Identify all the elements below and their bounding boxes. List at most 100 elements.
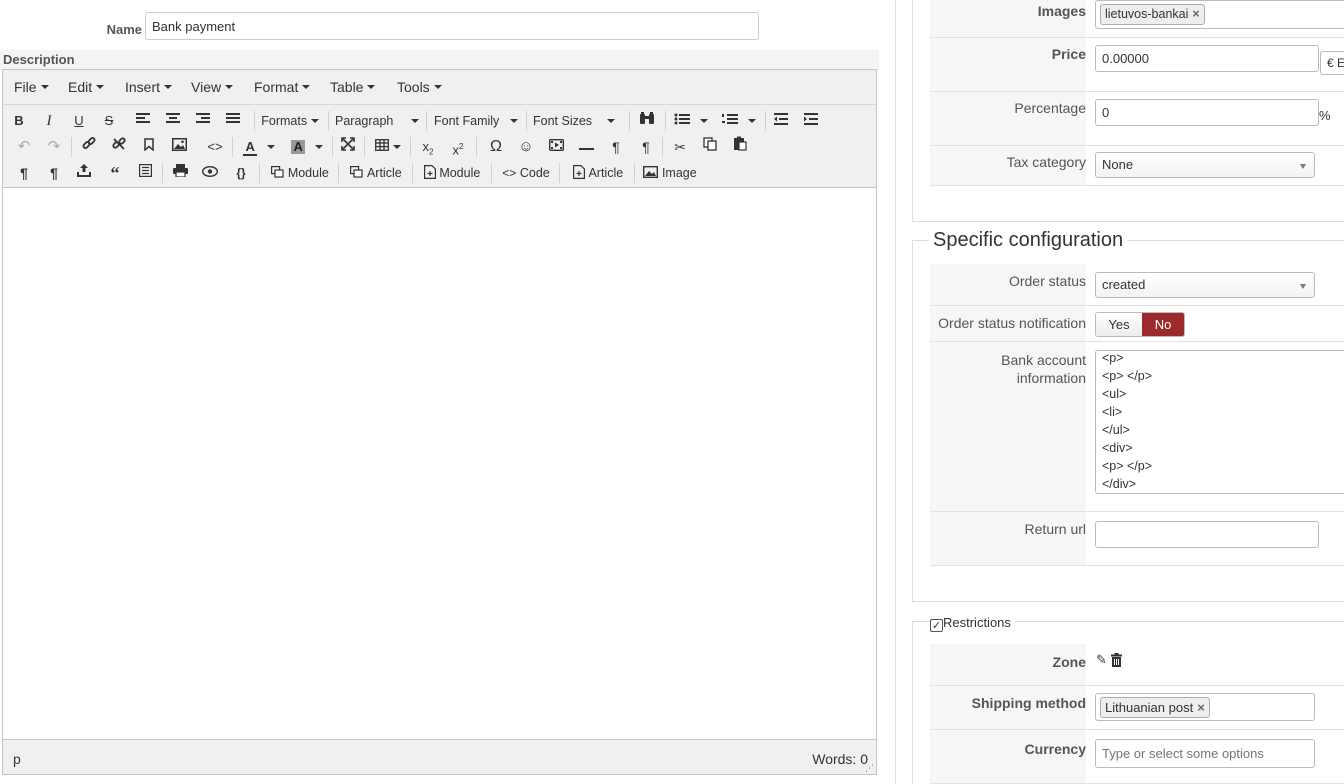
add-article-button[interactable]: Article bbox=[565, 162, 631, 184]
template-icon[interactable] bbox=[134, 162, 156, 184]
shipping-chip: Lithuanian post × bbox=[1100, 697, 1210, 718]
redo-icon[interactable]: ↷ bbox=[44, 136, 64, 158]
align-center-icon[interactable] bbox=[163, 110, 183, 132]
currency-symbol-button[interactable]: € E bbox=[1320, 51, 1344, 75]
upload-icon[interactable] bbox=[74, 162, 94, 184]
visual-chars-icon[interactable]: ¶ bbox=[44, 162, 64, 184]
specific-config-title: Specific configuration bbox=[929, 229, 1128, 252]
horizontal-rule-icon[interactable] bbox=[575, 136, 597, 158]
notification-yes-button[interactable]: Yes bbox=[1096, 313, 1142, 336]
outdent-icon[interactable] bbox=[770, 110, 792, 132]
zone-row: Zone bbox=[930, 644, 1344, 686]
font-family-dropdown[interactable]: Font Family bbox=[434, 110, 520, 132]
numbered-list-icon[interactable] bbox=[719, 110, 759, 132]
menu-table[interactable]: Table bbox=[330, 79, 376, 95]
find-replace-icon[interactable] bbox=[636, 110, 658, 132]
copy-icon[interactable] bbox=[699, 136, 721, 158]
menu-insert[interactable]: Insert bbox=[125, 79, 173, 95]
menu-edit[interactable]: Edit bbox=[68, 79, 105, 95]
shipping-chip-label: Lithuanian post bbox=[1105, 700, 1194, 715]
paste-icon[interactable] bbox=[729, 136, 751, 158]
percentage-input[interactable] bbox=[1095, 99, 1319, 126]
rich-text-editor: File Edit Insert View Format Table Tools… bbox=[2, 69, 877, 775]
italic-icon[interactable]: I bbox=[39, 110, 59, 132]
delete-zone-icon[interactable] bbox=[1111, 653, 1122, 670]
bank-line-4: </ul> bbox=[1102, 423, 1130, 437]
bold-icon[interactable]: B bbox=[9, 110, 29, 132]
column-divider bbox=[895, 0, 896, 784]
editor-statusbar: p Words: 0 ⋰ bbox=[3, 739, 876, 774]
name-label: Name bbox=[106, 22, 142, 37]
image-icon[interactable] bbox=[169, 136, 189, 158]
ltr-icon[interactable]: ¶ bbox=[605, 136, 627, 158]
background-color-icon[interactable]: A bbox=[287, 136, 327, 158]
tax-category-value: None bbox=[1102, 157, 1134, 172]
bank-info-textarea[interactable]: <p> <p> </p> <ul> <li> </ul> <div> <p> <… bbox=[1095, 350, 1344, 494]
tax-category-select[interactable]: None bbox=[1095, 152, 1315, 178]
unlink-icon[interactable] bbox=[109, 136, 129, 158]
anchor-icon[interactable] bbox=[139, 136, 159, 158]
element-path[interactable]: p bbox=[13, 751, 21, 767]
insert-image-label: Image bbox=[661, 166, 697, 180]
editor-menubar: File Edit Insert View Format Table Tools bbox=[3, 70, 876, 105]
bank-line-7: </div> bbox=[1102, 477, 1137, 491]
underline-icon[interactable]: U bbox=[69, 110, 89, 132]
print-icon[interactable] bbox=[169, 162, 191, 184]
show-blocks-icon[interactable]: ¶ bbox=[14, 162, 34, 184]
edit-zone-icon[interactable]: ✎ bbox=[1096, 652, 1107, 668]
zone-label: Zone bbox=[1052, 654, 1086, 670]
name-input[interactable] bbox=[145, 12, 759, 40]
menu-tools[interactable]: Tools bbox=[397, 79, 442, 95]
insert-module-button[interactable]: Module bbox=[264, 162, 336, 184]
menu-view[interactable]: View bbox=[191, 79, 234, 95]
text-color-icon[interactable]: A bbox=[239, 136, 279, 158]
media-icon[interactable] bbox=[545, 136, 567, 158]
insert-image-button[interactable]: Image bbox=[639, 162, 701, 184]
restrictions-checkbox[interactable]: ✓ bbox=[930, 619, 943, 632]
subscript-icon[interactable]: x2 bbox=[417, 136, 439, 158]
font-sizes-label: Font Sizes bbox=[533, 114, 593, 128]
notification-no-button[interactable]: No bbox=[1142, 313, 1184, 336]
strikethrough-icon[interactable]: S bbox=[99, 110, 119, 132]
bank-line-1: <p> </p> bbox=[1102, 369, 1153, 383]
formats-dropdown[interactable]: Formats bbox=[259, 110, 321, 132]
remove-shipping-icon[interactable]: × bbox=[1197, 700, 1205, 715]
return-url-input[interactable] bbox=[1095, 521, 1319, 548]
preview-icon[interactable] bbox=[199, 162, 221, 184]
menu-file[interactable]: File bbox=[14, 79, 49, 95]
code-sample-icon[interactable]: {} bbox=[229, 162, 253, 184]
price-label: Price bbox=[1051, 46, 1086, 62]
resize-handle-icon[interactable]: ⋰ bbox=[865, 763, 875, 773]
undo-icon[interactable]: ↶ bbox=[14, 136, 34, 158]
editor-toolbar: B I U S Formats Paragraph Font Family Fo… bbox=[3, 105, 876, 188]
paragraph-dropdown[interactable]: Paragraph bbox=[335, 110, 421, 132]
add-module-button[interactable]: Module bbox=[417, 162, 487, 184]
order-status-select[interactable]: created bbox=[1095, 272, 1315, 298]
emoticons-icon[interactable]: ☺ bbox=[515, 136, 537, 158]
bullet-list-icon[interactable] bbox=[671, 110, 711, 132]
indent-icon[interactable] bbox=[800, 110, 822, 132]
link-icon[interactable] bbox=[79, 136, 99, 158]
menu-format[interactable]: Format bbox=[254, 79, 311, 95]
superscript-icon[interactable]: x2 bbox=[447, 136, 469, 158]
rtl-icon[interactable]: ¶ bbox=[635, 136, 657, 158]
code-icon[interactable]: <> bbox=[204, 136, 226, 158]
remove-image-icon[interactable]: × bbox=[1192, 7, 1199, 21]
align-justify-icon[interactable] bbox=[223, 110, 243, 132]
align-right-icon[interactable] bbox=[193, 110, 213, 132]
currency-input[interactable] bbox=[1095, 739, 1315, 768]
special-character-icon[interactable]: Ω bbox=[485, 136, 507, 158]
editor-content-area[interactable] bbox=[3, 188, 876, 738]
price-input[interactable] bbox=[1095, 45, 1319, 72]
bank-line-3: <li> bbox=[1102, 405, 1123, 419]
menu-table-label: Table bbox=[330, 79, 364, 95]
table-icon[interactable] bbox=[371, 136, 405, 158]
font-sizes-dropdown[interactable]: Font Sizes bbox=[533, 110, 619, 132]
code-button[interactable]: <> Code bbox=[497, 162, 555, 184]
cut-icon[interactable]: ✂ bbox=[669, 136, 691, 158]
fullscreen-icon[interactable] bbox=[338, 136, 358, 158]
bank-info-label: Bank account information bbox=[1001, 351, 1086, 387]
insert-article-button[interactable]: Article bbox=[343, 162, 409, 184]
blockquote-icon[interactable]: “ bbox=[104, 162, 126, 184]
align-left-icon[interactable] bbox=[133, 110, 153, 132]
